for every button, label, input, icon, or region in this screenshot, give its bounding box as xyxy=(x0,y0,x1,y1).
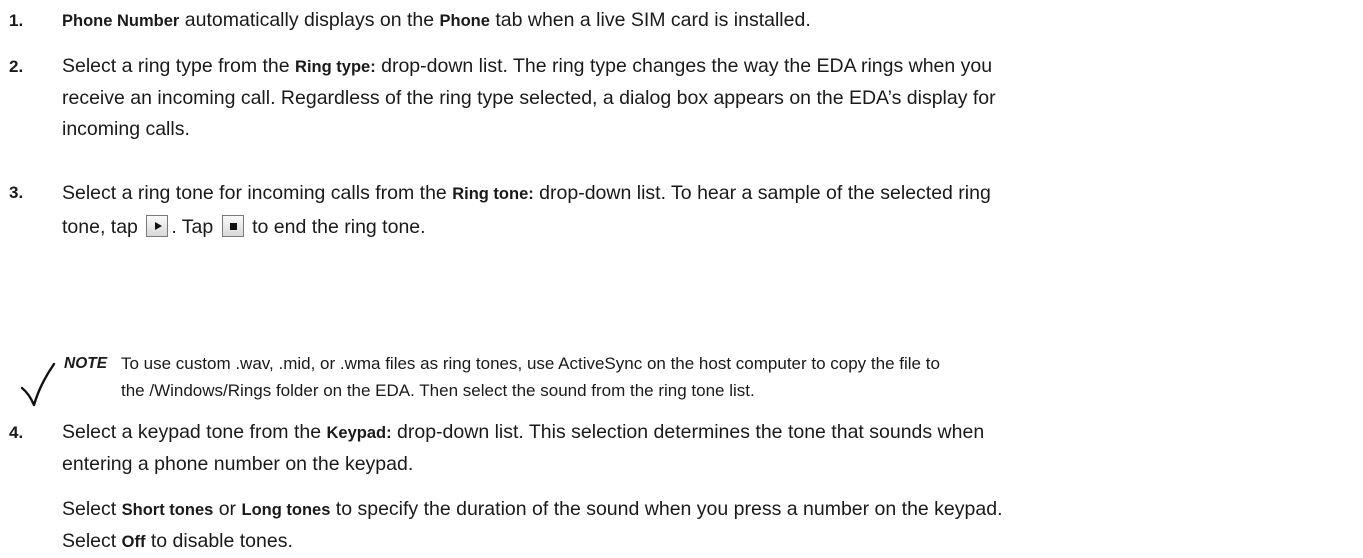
step-number: 4. xyxy=(9,423,24,442)
step-text: Select a keypad tone from the Keypad: dr… xyxy=(62,417,1323,558)
text-run: Select xyxy=(62,498,122,520)
ui-term: Ring type: xyxy=(295,58,376,76)
step-line: receive an incoming call. Regardless of … xyxy=(62,87,996,109)
text-run: . Tap xyxy=(171,216,219,238)
text-run: Select a keypad tone from the xyxy=(62,421,327,443)
step-line: incoming calls. xyxy=(62,118,190,140)
note-block: NOTE To use custom .wav, .mid, or .wma f… xyxy=(0,350,1363,410)
text-run: drop-down list. To hear a sample of the … xyxy=(533,182,991,204)
step-text: Phone Number automatically displays on t… xyxy=(62,5,1323,37)
text-run: automatically displays on the xyxy=(179,9,440,31)
text-run: or xyxy=(213,498,242,520)
step-number: 1. xyxy=(9,11,24,30)
ui-term: Off xyxy=(121,533,146,551)
step-line: Select Off to disable tones. xyxy=(62,526,1323,558)
note-label: NOTE xyxy=(64,355,108,372)
step-line: Select Short tones or Long tones to spec… xyxy=(62,494,1323,526)
step-line: Select a ring type from the Ring type: d… xyxy=(62,51,1323,83)
play-glyph xyxy=(155,222,163,230)
text-run: to specify the duration of the sound whe… xyxy=(330,498,1003,520)
text-run: tone, tap xyxy=(62,216,144,238)
document: 1. Phone Number automatically displays o… xyxy=(0,0,1363,552)
ui-term: Phone Number xyxy=(62,12,180,30)
text-run: Select a ring tone for incoming calls fr… xyxy=(62,182,453,204)
note-text: To use custom .wav, .mid, or .wma files … xyxy=(121,350,940,404)
text-run: to end the ring tone. xyxy=(246,216,426,238)
step-text: Select a ring type from the Ring type: d… xyxy=(62,51,1323,145)
stop-button-icon xyxy=(221,215,244,237)
step-line: Select a ring tone for incoming calls fr… xyxy=(62,177,1323,211)
note-line: To use custom .wav, .mid, or .wma files … xyxy=(121,354,940,373)
checkmark-icon xyxy=(20,362,56,407)
step-number: 2. xyxy=(9,57,24,76)
text-run: Select xyxy=(62,530,122,552)
ui-term: Keypad: xyxy=(326,424,392,442)
ui-term: Phone xyxy=(439,12,490,30)
step-line: Phone Number automatically displays on t… xyxy=(62,5,1323,37)
text-run: drop-down list. The ring type changes th… xyxy=(375,55,993,77)
text-run: drop-down list. This selection determine… xyxy=(391,421,985,443)
step-line: entering a phone number on the keypad. xyxy=(62,453,414,475)
step-line: Select a keypad tone from the Keypad: dr… xyxy=(62,417,1323,449)
stop-glyph xyxy=(229,223,237,230)
play-button-icon xyxy=(146,215,169,237)
text-run: to disable tones. xyxy=(145,530,293,552)
step-text: Select a ring tone for incoming calls fr… xyxy=(62,177,1323,244)
step-number: 3. xyxy=(9,183,24,202)
text-run: Select a ring type from the xyxy=(62,55,296,77)
ui-term: Ring tone: xyxy=(452,185,534,203)
text-run: tab when a live SIM card is installed. xyxy=(489,9,811,31)
note-line: the /Windows/Rings folder on the EDA. Th… xyxy=(121,381,755,400)
step-line: tone, tap . Tap to end the ring tone. xyxy=(62,211,1323,244)
